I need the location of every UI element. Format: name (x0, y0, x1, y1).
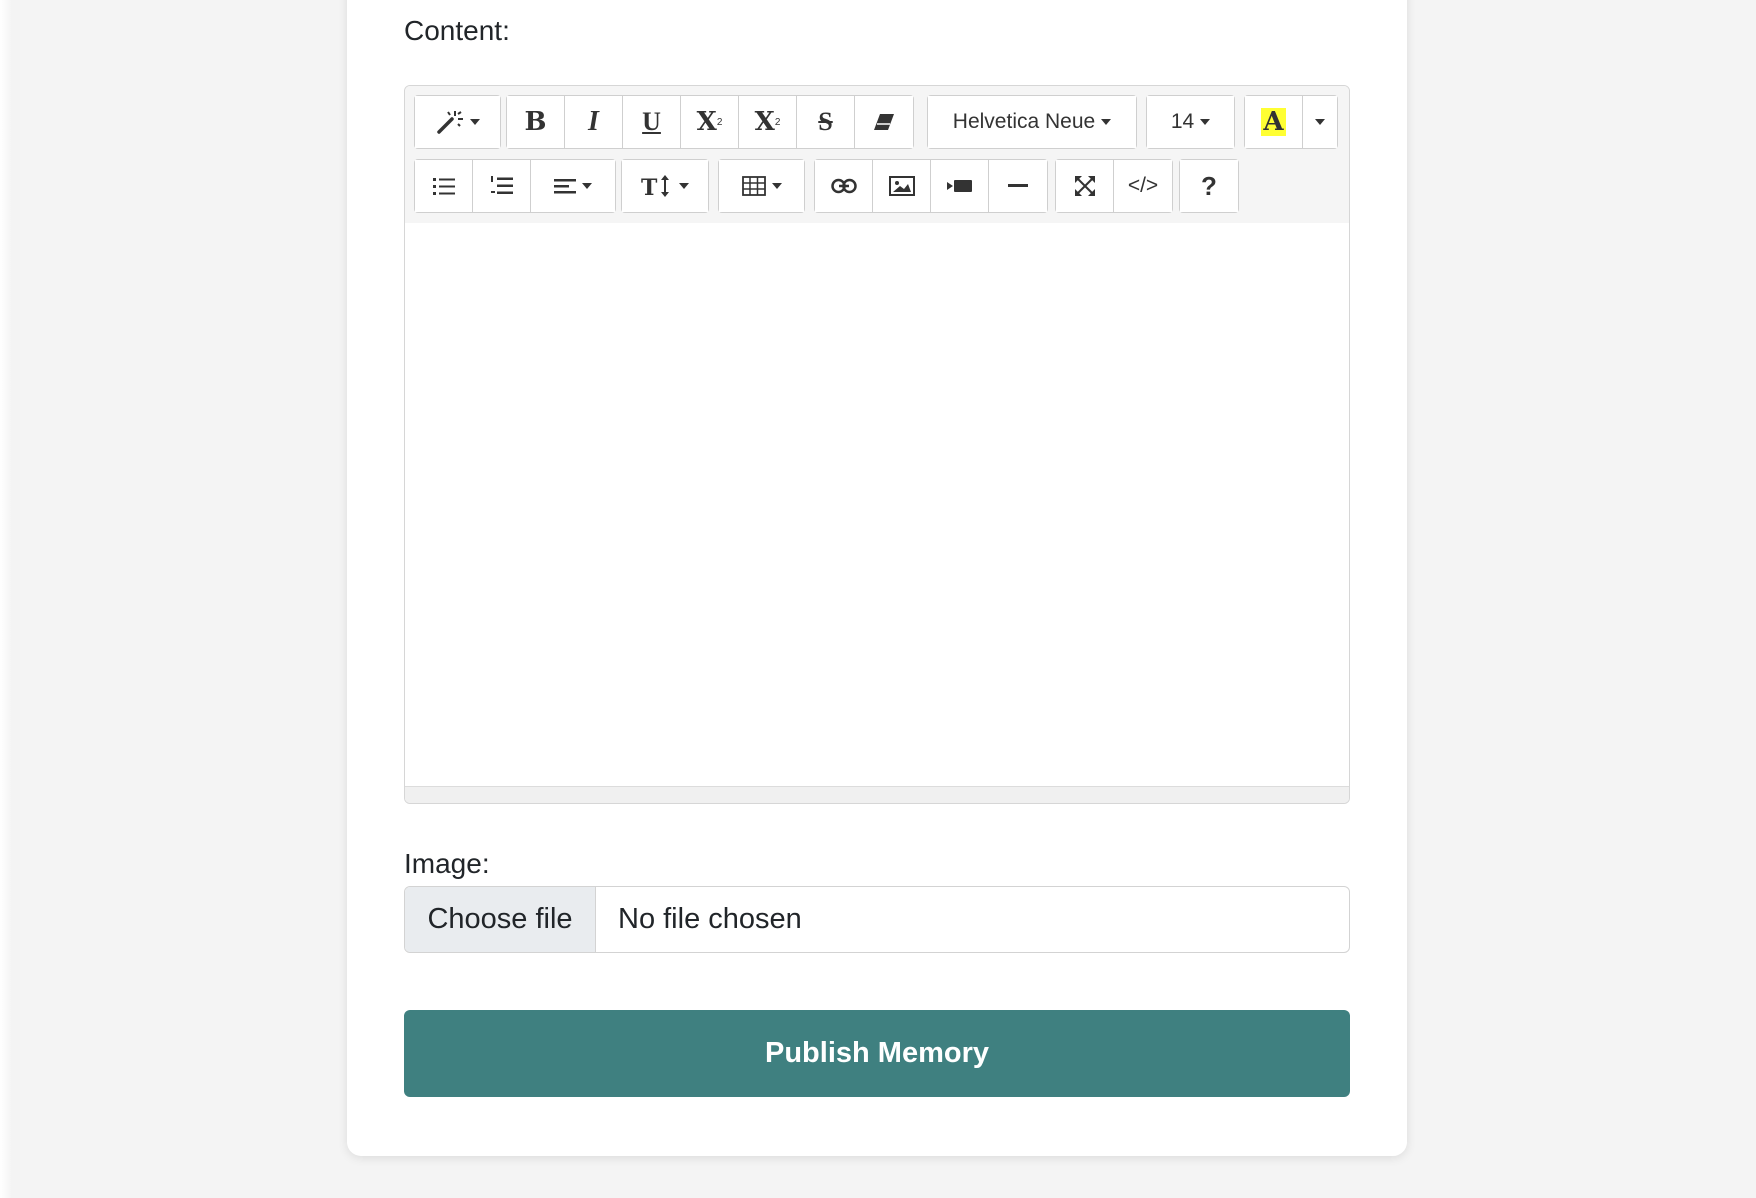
eraser-icon (874, 114, 894, 130)
strikethrough-button[interactable]: S (797, 96, 855, 148)
clear-format-button[interactable] (855, 96, 913, 148)
color-group: A (1244, 95, 1338, 149)
paragraph-align-button[interactable] (531, 160, 615, 212)
unordered-list-icon (432, 178, 455, 195)
help-group: ? (1179, 159, 1239, 213)
font-size-dropdown[interactable]: 14 (1147, 96, 1234, 148)
video-button[interactable] (931, 160, 989, 212)
chevron-down-icon (469, 119, 480, 125)
file-status-text: No file chosen (618, 903, 802, 935)
line-height-icon: T (641, 175, 669, 198)
superscript-button[interactable]: X2 (681, 96, 739, 148)
content-label: Content: (404, 15, 510, 46)
page-edge-shade (0, 0, 12, 1198)
horizontal-rule-icon (1008, 184, 1028, 187)
svg-text:T: T (641, 175, 658, 198)
code-view-button[interactable]: </> (1114, 160, 1172, 212)
subscript-button[interactable]: X2 (739, 96, 797, 148)
rich-text-editor: B I U X2 X2 S Helvetica Neue 14 A T </> … (404, 85, 1350, 804)
fullscreen-button[interactable] (1056, 160, 1114, 212)
image-label: Image: (404, 848, 490, 879)
ordered-list-button[interactable] (473, 160, 531, 212)
chevron-down-icon (1200, 119, 1211, 125)
table-icon (741, 176, 766, 196)
table-group (718, 159, 805, 213)
chevron-down-icon (771, 183, 782, 189)
font-family-group: Helvetica Neue (927, 95, 1137, 149)
insert-group (814, 159, 1048, 213)
bold-button[interactable]: B (507, 96, 565, 148)
font-family-dropdown[interactable]: Helvetica Neue (928, 96, 1136, 148)
italic-button[interactable]: I (565, 96, 623, 148)
style-group (414, 95, 501, 149)
table-button[interactable] (719, 160, 804, 212)
view-group: </> (1055, 159, 1173, 213)
color-dropdown-toggle[interactable] (1303, 96, 1337, 148)
align-icon (554, 179, 576, 194)
fullscreen-icon (1074, 176, 1095, 196)
line-height-group: T (621, 159, 709, 213)
horizontal-rule-button[interactable] (989, 160, 1047, 212)
publish-memory-button[interactable]: Publish Memory (404, 1010, 1350, 1097)
style-button[interactable] (415, 96, 500, 148)
chevron-down-icon (679, 183, 689, 189)
text-color-button[interactable]: A (1245, 96, 1303, 148)
link-button[interactable] (815, 160, 873, 212)
font-size-group: 14 (1146, 95, 1235, 149)
chevron-down-icon (582, 183, 592, 189)
link-icon (830, 178, 857, 194)
paragraph-group (414, 159, 616, 213)
chevron-down-icon (1101, 119, 1112, 125)
line-height-button[interactable]: T (622, 160, 708, 212)
font-style-group: B I U X2 X2 S (506, 95, 914, 149)
video-icon (946, 180, 972, 192)
choose-file-button[interactable]: Choose file (405, 887, 596, 952)
chevron-down-icon (1315, 119, 1325, 125)
magic-icon (436, 111, 463, 134)
editor-content-area[interactable] (405, 223, 1349, 787)
underline-button[interactable]: U (623, 96, 681, 148)
help-button[interactable]: ? (1180, 160, 1238, 212)
picture-button[interactable] (873, 160, 931, 212)
picture-icon (888, 176, 915, 196)
ordered-list-icon (490, 176, 513, 194)
unordered-list-button[interactable] (415, 160, 473, 212)
image-file-input[interactable]: Choose file No file chosen (404, 886, 1350, 953)
editor-toolbar: B I U X2 X2 S Helvetica Neue 14 A T </> … (405, 86, 1349, 224)
editor-resize-handle[interactable] (405, 786, 1349, 803)
